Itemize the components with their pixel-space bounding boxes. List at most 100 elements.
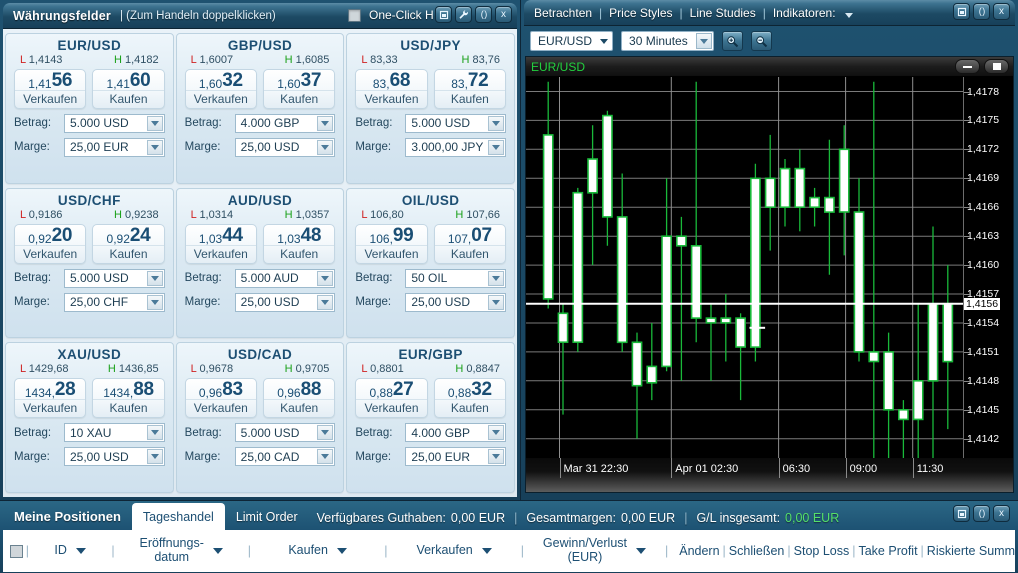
sell-button[interactable]: 0,9683 Verkaufen <box>184 378 257 419</box>
sell-button[interactable]: 106,99 Verkaufen <box>355 223 428 264</box>
currency-cell[interactable]: XAU/USD L 1429,68 H 1436,85 1434,28 Verk… <box>5 342 174 493</box>
chevron-down-icon[interactable] <box>488 139 504 155</box>
buy-button[interactable]: 1,0348 Kaufen <box>263 223 336 264</box>
sort-caret-icon[interactable] <box>75 548 86 554</box>
margin-select[interactable]: 3.000,00 JPY <box>405 137 506 157</box>
column-kaufen[interactable]: Kaufen <box>254 530 381 572</box>
action-aendern[interactable]: Ändern <box>679 544 719 558</box>
chevron-down-icon[interactable] <box>695 33 712 49</box>
column-gewinn-verlust[interactable]: Gewinn/Verlust (EUR) <box>527 530 662 572</box>
detach-icon[interactable]: ( ) <box>973 505 990 522</box>
chevron-down-icon[interactable] <box>488 449 504 465</box>
margin-select[interactable]: 25,00 CHF <box>64 292 165 312</box>
one-click-trading-toggle[interactable]: One-Click H <box>348 8 434 22</box>
tab-meine-positionen[interactable]: Meine Positionen <box>3 503 132 530</box>
amount-select[interactable]: 5.000 USD <box>234 423 336 443</box>
margin-select[interactable]: 25,00 USD <box>405 292 506 312</box>
zoom-in-icon[interactable] <box>721 31 743 51</box>
zoom-out-icon[interactable] <box>750 31 772 51</box>
menu-indikatoren[interactable]: Indikatoren: <box>773 6 836 20</box>
column-id[interactable]: ID <box>32 530 108 572</box>
menu-price-styles[interactable]: Price Styles <box>609 6 672 20</box>
chevron-down-icon[interactable] <box>146 139 163 155</box>
currency-cell[interactable]: USD/CHF L 0,9186 H 0,9238 0,9220 Verkauf… <box>5 187 174 339</box>
sort-caret-icon[interactable] <box>636 548 646 554</box>
sell-button[interactable]: 1,4156 Verkaufen <box>14 69 87 109</box>
sell-button[interactable]: 1,0344 Verkaufen <box>184 223 257 264</box>
chevron-down-icon[interactable] <box>146 115 163 131</box>
action-stop-loss[interactable]: Stop Loss <box>794 544 850 558</box>
currency-cell[interactable]: AUD/USD L 1,0314 H 1,0357 1,0344 Verkauf… <box>175 187 345 339</box>
chevron-down-icon[interactable] <box>488 270 504 286</box>
detach-icon[interactable]: ( ) <box>475 6 492 23</box>
chevron-down-icon[interactable] <box>317 270 334 286</box>
amount-select[interactable]: 50 OIL <box>405 268 506 288</box>
chevron-down-icon[interactable] <box>146 270 163 286</box>
tab-tageshandel[interactable]: Tageshandel <box>131 503 225 530</box>
buy-button[interactable]: 1,4160 Kaufen <box>92 69 165 109</box>
sell-button[interactable]: 1,6032 Verkaufen <box>184 69 257 109</box>
menu-betrachten[interactable]: Betrachten <box>534 6 592 20</box>
chevron-down-icon[interactable] <box>317 139 334 155</box>
buy-button[interactable]: 1434,88 Kaufen <box>92 378 165 419</box>
currency-cell[interactable]: USD/CAD L 0,9678 H 0,9705 0,9683 Verkauf… <box>175 342 345 493</box>
amount-select[interactable]: 5.000 AUD <box>234 268 336 288</box>
currency-cell[interactable]: EUR/GBP L 0,8801 H 0,8847 0,8827 Verkauf… <box>346 342 515 493</box>
chevron-down-icon[interactable] <box>317 425 334 441</box>
chevron-down-icon[interactable] <box>146 425 163 441</box>
chevron-down-icon[interactable] <box>317 294 334 310</box>
column-eroeffnungsdatum[interactable]: Eröffnungs- datum <box>118 530 245 572</box>
currency-cell[interactable]: EUR/USD L 1,4143 H 1,4182 1,4156 Verkauf… <box>5 33 174 184</box>
amount-select[interactable]: 10 XAU <box>64 423 165 443</box>
buy-button[interactable]: 0,9688 Kaufen <box>263 378 336 419</box>
select-all-checkbox[interactable] <box>10 544 23 558</box>
chevron-down-icon[interactable] <box>317 449 334 465</box>
amount-select[interactable]: 4.000 GBP <box>234 113 336 133</box>
close-icon[interactable]: x <box>993 505 1010 522</box>
dock-icon[interactable] <box>953 3 970 20</box>
margin-select[interactable]: 25,00 CAD <box>234 447 336 467</box>
dock-icon[interactable] <box>435 6 452 23</box>
sell-button[interactable]: 83,68 Verkaufen <box>355 69 428 109</box>
candlestick-plot[interactable] <box>526 77 1013 487</box>
chevron-down-icon[interactable] <box>146 294 163 310</box>
buy-button[interactable]: 0,8832 Kaufen <box>433 378 507 419</box>
detach-icon[interactable]: ( ) <box>973 3 990 20</box>
close-icon[interactable]: x <box>495 6 512 23</box>
buy-button[interactable]: 0,9224 Kaufen <box>92 223 165 264</box>
sell-button[interactable]: 0,8827 Verkaufen <box>355 378 428 419</box>
sort-caret-icon[interactable] <box>212 548 223 554</box>
amount-select[interactable]: 5.000 USD <box>64 268 165 288</box>
dock-icon[interactable] <box>953 505 970 522</box>
buy-button[interactable]: 107,07 Kaufen <box>433 223 507 264</box>
symbol-select[interactable]: EUR/USD <box>530 31 614 51</box>
margin-select[interactable]: 25,00 USD <box>234 137 336 157</box>
currency-cell[interactable]: GBP/USD L 1,6007 H 1,6085 1,6032 Verkauf… <box>175 33 345 184</box>
action-schliessen[interactable]: Schließen <box>729 544 785 558</box>
close-icon[interactable]: x <box>993 3 1010 20</box>
sell-button[interactable]: 1434,28 Verkaufen <box>14 378 87 419</box>
chevron-down-icon[interactable] <box>488 294 504 310</box>
currency-cell[interactable]: OIL/USD L 106,80 H 107,66 106,99 Verkauf… <box>346 187 515 339</box>
sort-caret-icon[interactable] <box>481 548 492 554</box>
chevron-down-icon[interactable] <box>844 12 853 18</box>
margin-select[interactable]: 25,00 EUR <box>64 137 165 157</box>
menu-line-studies[interactable]: Line Studies <box>690 6 756 20</box>
margin-select[interactable]: 25,00 USD <box>234 292 336 312</box>
buy-button[interactable]: 1,6037 Kaufen <box>263 69 336 109</box>
amount-select[interactable]: 5.000 USD <box>64 113 165 133</box>
minimize-icon[interactable] <box>955 59 980 74</box>
interval-select[interactable]: 30 Minutes <box>621 31 714 51</box>
chevron-down-icon[interactable] <box>317 115 334 131</box>
chevron-down-icon[interactable] <box>488 115 504 131</box>
buy-button[interactable]: 83,72 Kaufen <box>433 69 507 109</box>
chevron-down-icon[interactable] <box>488 425 504 441</box>
column-verkaufen[interactable]: Verkaufen <box>391 530 518 572</box>
chart-canvas-area[interactable]: EUR/USD Mar 31 22:30 Apr 01 02:30 06:30 09:… <box>525 56 1014 493</box>
tab-limit-order[interactable]: Limit Order <box>225 503 309 530</box>
wrench-icon[interactable] <box>455 6 472 23</box>
amount-select[interactable]: 4.000 GBP <box>405 423 506 443</box>
maximize-icon[interactable] <box>984 59 1009 74</box>
sort-caret-icon[interactable] <box>336 548 347 554</box>
margin-select[interactable]: 25,00 EUR <box>405 447 506 467</box>
